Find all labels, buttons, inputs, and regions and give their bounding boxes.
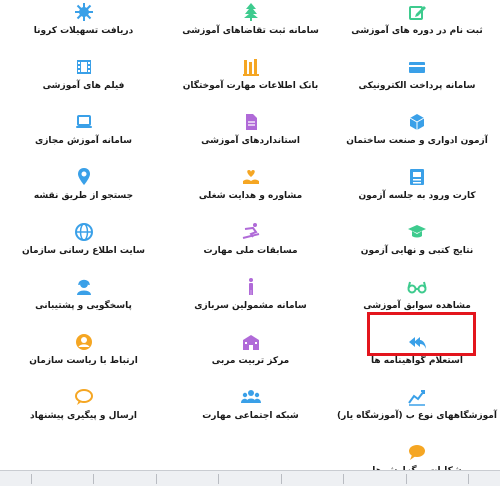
service-course-registration[interactable]: ثبت نام در دوره های آموزشی bbox=[334, 0, 500, 55]
service-label: سامانه آموزش مجازی bbox=[34, 136, 133, 146]
comment-icon bbox=[74, 387, 94, 407]
service-info-site[interactable]: سایت اطلاع رسانی سازمان bbox=[0, 220, 167, 275]
service-label: سامانه پرداخت الکترونیکی bbox=[358, 81, 476, 91]
service-label: پاسخگویی و پشتیبانی bbox=[35, 301, 132, 311]
service-label: دریافت تسهیلات کرونا bbox=[33, 26, 134, 36]
users-icon bbox=[240, 387, 261, 407]
service-construction-exam[interactable]: آزمون ادواری و صنعت ساختمان bbox=[334, 110, 500, 165]
service-label: مسابقات ملی مهارت bbox=[203, 246, 298, 256]
service-label: سامانه مشمولین سربازی bbox=[194, 301, 307, 311]
taskbar-divider bbox=[30, 473, 32, 484]
service-exam-entry-card[interactable]: کارت ورود به جلسه آزمون bbox=[334, 165, 500, 220]
service-training-requests[interactable]: سامانه ثبت تقاضاهای آموزشی bbox=[167, 0, 334, 55]
globe-icon bbox=[74, 222, 94, 242]
user-circle-icon bbox=[74, 332, 94, 352]
service-training-records[interactable]: مشاهده سوابق آموزشی bbox=[334, 275, 500, 330]
service-private-institutes[interactable]: آموزشگاههای نوع ب (آموزشگاه یار) bbox=[334, 385, 500, 440]
id-card-icon bbox=[407, 167, 427, 187]
glasses-icon bbox=[407, 277, 427, 297]
service-e-payment[interactable]: سامانه پرداخت الکترونیکی bbox=[334, 55, 500, 110]
service-conscripts-system[interactable]: سامانه مشمولین سربازی bbox=[167, 275, 334, 330]
cube-icon bbox=[407, 112, 427, 132]
service-label: سامانه ثبت تقاضاهای آموزشی bbox=[182, 26, 319, 36]
edit-icon bbox=[407, 2, 427, 22]
graduation-icon bbox=[407, 222, 427, 242]
taskbar-divider bbox=[343, 473, 345, 484]
taskbar-divider bbox=[405, 473, 407, 484]
service-label: استانداردهای آموزشی bbox=[201, 136, 300, 146]
taskbar-divider bbox=[93, 473, 95, 484]
service-training-standards[interactable]: استانداردهای آموزشی bbox=[167, 110, 334, 165]
service-exam-results[interactable]: نتایج کتبی و نهایی آزمون bbox=[334, 220, 500, 275]
skier-icon bbox=[241, 222, 261, 242]
service-label: بانک اطلاعات مهارت آموختگان bbox=[182, 81, 319, 91]
service-contact-president[interactable]: ارتباط با ریاست سازمان bbox=[0, 330, 167, 385]
service-training-films[interactable]: فیلم های آموزشی bbox=[0, 55, 167, 110]
chart-icon bbox=[407, 387, 427, 407]
taskbar bbox=[0, 470, 500, 486]
service-certificate-inquiry[interactable]: استعلام گواهینامه ها bbox=[334, 330, 500, 385]
service-corona-facilities[interactable]: دریافت تسهیلات کرونا bbox=[0, 0, 167, 55]
service-label: مشاوره و هدایت شغلی bbox=[198, 191, 303, 201]
service-label: سایت اطلاع رسانی سازمان bbox=[21, 246, 146, 256]
taskbar-divider bbox=[280, 473, 282, 484]
map-pin-icon bbox=[74, 167, 94, 187]
service-label: ارسال و پیگیری پیشنهاد bbox=[30, 411, 137, 421]
service-label: فیلم های آموزشی bbox=[42, 81, 125, 91]
library-icon bbox=[241, 57, 261, 77]
service-map-search[interactable]: جستجو از طریق نقشه bbox=[0, 165, 167, 220]
service-social-network[interactable]: شبکه اجتماعی مهارت bbox=[167, 385, 334, 440]
taskbar-divider bbox=[468, 473, 470, 484]
card-icon bbox=[407, 57, 427, 77]
service-support[interactable]: پاسخگویی و پشتیبانی bbox=[0, 275, 167, 330]
hand-heart-icon bbox=[241, 167, 261, 187]
tree-icon bbox=[241, 2, 261, 22]
service-label: مشاهده سوابق آموزشی bbox=[363, 301, 471, 311]
virus-icon bbox=[74, 2, 94, 22]
taskbar-divider bbox=[218, 473, 220, 484]
service-label: نتایج کتبی و نهایی آزمون bbox=[360, 246, 474, 256]
service-virtual-training[interactable]: سامانه آموزش مجازی bbox=[0, 110, 167, 165]
service-label: جستجو از طریق نقشه bbox=[33, 191, 134, 201]
taskbar-divider bbox=[155, 473, 157, 484]
school-icon bbox=[241, 332, 261, 352]
service-label: آزمون ادواری و صنعت ساختمان bbox=[346, 136, 488, 146]
laptop-icon bbox=[74, 112, 94, 132]
service-label: ثبت نام در دوره های آموزشی bbox=[351, 26, 483, 36]
service-skill-competitions[interactable]: مسابقات ملی مهارت bbox=[167, 220, 334, 275]
person-icon bbox=[241, 277, 261, 297]
service-skilled-bank[interactable]: بانک اطلاعات مهارت آموختگان bbox=[167, 55, 334, 110]
file-icon bbox=[241, 112, 261, 132]
comments-icon bbox=[407, 442, 427, 462]
service-trainer-center[interactable]: مرکز تربیت مربی bbox=[167, 330, 334, 385]
service-label: شبکه اجتماعی مهارت bbox=[202, 411, 299, 421]
service-label: ارتباط با ریاست سازمان bbox=[29, 356, 138, 366]
service-career-guidance[interactable]: مشاوره و هدایت شغلی bbox=[167, 165, 334, 220]
service-suggestions[interactable]: ارسال و پیگیری پیشنهاد bbox=[0, 385, 167, 440]
service-label: آموزشگاههای نوع ب (آموزشگاه یار) bbox=[337, 411, 497, 421]
support-icon bbox=[74, 277, 94, 297]
services-grid: ثبت نام در دوره های آموزشی سامانه ثبت تقا… bbox=[0, 0, 500, 476]
film-icon bbox=[74, 57, 94, 77]
reply-all-icon bbox=[407, 332, 427, 352]
service-label: استعلام گواهینامه ها bbox=[371, 356, 463, 366]
service-label: مرکز تربیت مربی bbox=[211, 356, 290, 366]
service-label: کارت ورود به جلسه آزمون bbox=[358, 191, 476, 201]
